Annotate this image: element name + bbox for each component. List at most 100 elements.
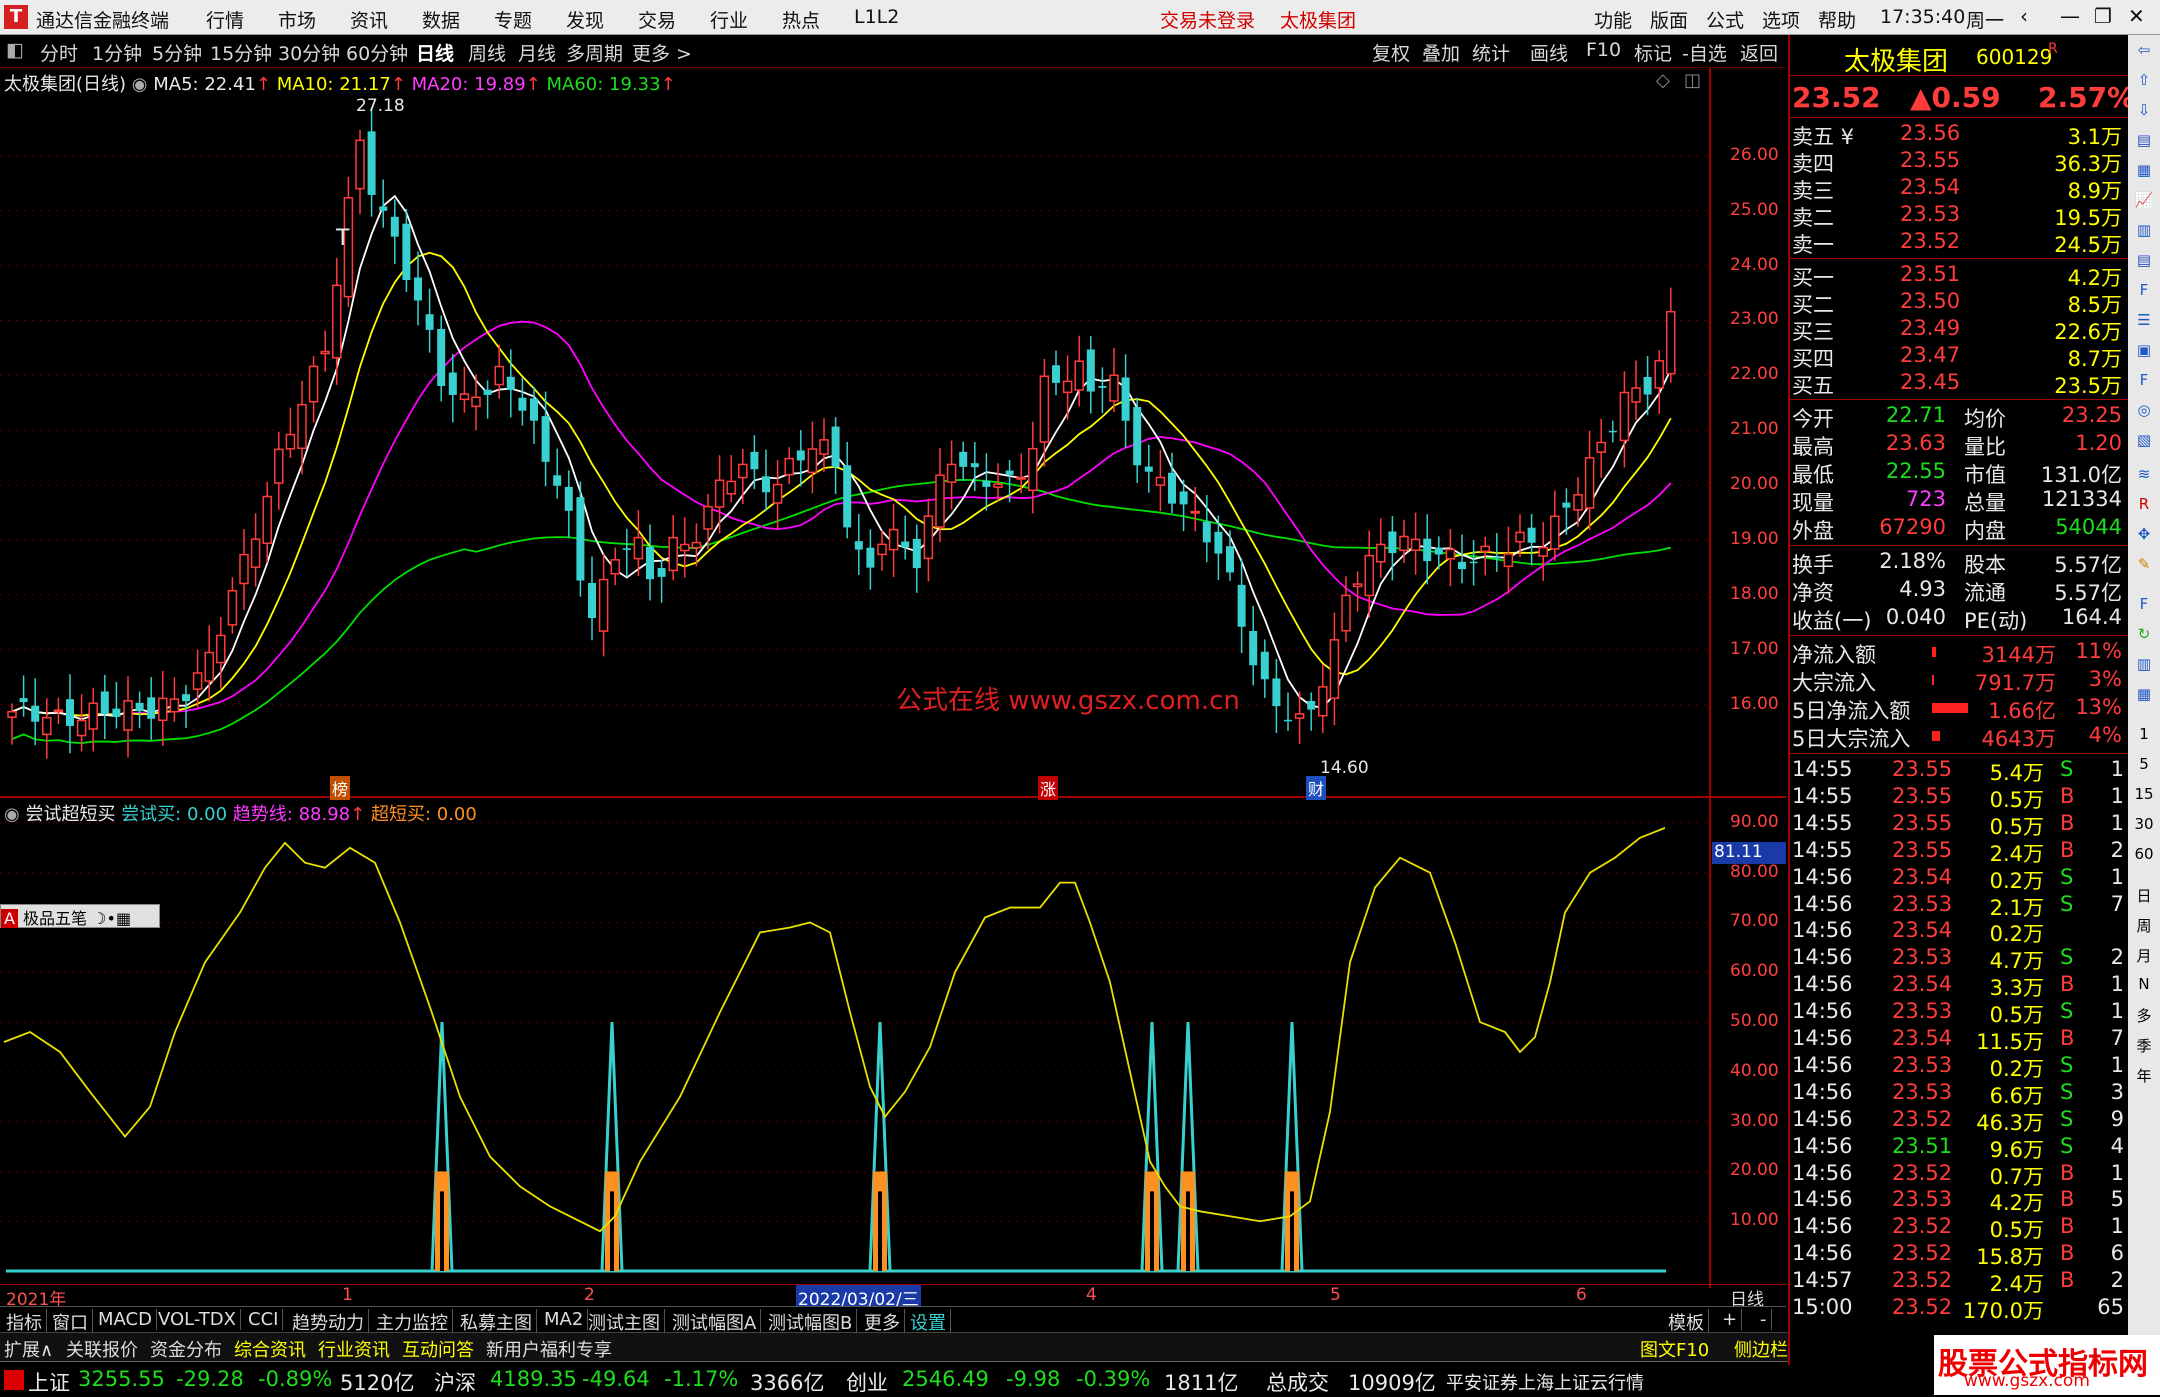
ime-toolbar[interactable]: A 极品五笔 ☽•▦ — [0, 904, 160, 928]
restore-icon[interactable]: ❐ — [2094, 4, 2112, 28]
nav-1m[interactable]: 1 — [2134, 725, 2154, 745]
arrow-left-icon[interactable]: ⇦ — [2134, 41, 2154, 61]
menu-l1l2[interactable]: L1L2 — [854, 6, 899, 28]
tab-new-user-benefit[interactable]: 新用户福利专享 — [486, 1336, 612, 1362]
tab-period-1min[interactable]: 1分钟 — [92, 39, 142, 66]
menu-zixun[interactable]: 资讯 — [350, 6, 388, 33]
tab-vol-tdx[interactable]: VOL-TDX — [154, 1309, 241, 1330]
tab-general-news[interactable]: 综合资讯 — [234, 1336, 306, 1362]
macd-icon[interactable]: ≋ — [2134, 465, 2154, 485]
nav-year[interactable]: 年 — [2134, 1065, 2154, 1085]
table-icon[interactable]: ▦ — [2134, 161, 2154, 181]
line-chart-icon[interactable]: 📈 — [2134, 191, 2154, 211]
diamond-icon[interactable]: ◇ — [1656, 70, 1670, 91]
menu-hangqing[interactable]: 行情 — [206, 6, 244, 33]
nav-month[interactable]: 月 — [2134, 945, 2154, 965]
layout-icon[interactable]: ◫ — [1684, 70, 1701, 91]
tab-ma2[interactable]: MA2 — [540, 1309, 589, 1330]
kline-icon[interactable]: ▥ — [2134, 221, 2154, 241]
return-button[interactable]: 返回 — [1740, 39, 1778, 66]
tab-period-15min[interactable]: 15分钟 — [210, 39, 272, 66]
menu-zhuanti[interactable]: 专题 — [494, 6, 532, 33]
tab-fund-distribution[interactable]: 资金分布 — [150, 1336, 222, 1362]
tab-qa[interactable]: 互动问答 — [402, 1336, 474, 1362]
nav-30m[interactable]: 30 — [2134, 815, 2154, 835]
draw-button[interactable]: 画线 — [1530, 39, 1568, 66]
menu-gongneng[interactable]: 功能 — [1594, 6, 1632, 33]
kline-chart[interactable] — [0, 68, 1786, 798]
tab-expand[interactable]: 扩展∧ — [4, 1336, 53, 1362]
tab-period-weekly[interactable]: 周线 — [468, 39, 506, 66]
menu-banmian[interactable]: 版面 — [1650, 6, 1688, 33]
report-icon[interactable]: ▧ — [2134, 431, 2154, 451]
target-icon[interactable]: ◎ — [2134, 401, 2154, 421]
pencil-icon[interactable]: ✎ — [2134, 555, 2154, 575]
nav-n[interactable]: N — [2134, 975, 2154, 995]
doc-icon[interactable]: ▣ — [2134, 341, 2154, 361]
menu-xuanxiang[interactable]: 选项 — [1762, 6, 1800, 33]
tab-period-monthly[interactable]: 月线 — [518, 39, 556, 66]
arrow-down-icon[interactable]: ⇩ — [2134, 101, 2154, 121]
ime-moon-icon[interactable]: ☽•▦ — [92, 909, 131, 928]
tab-related-quotes[interactable]: 关联报价 — [66, 1336, 138, 1362]
stats-button[interactable]: 统计 — [1472, 39, 1510, 66]
menu-jiaoyi[interactable]: 交易 — [638, 6, 676, 33]
panel-toggle-icon[interactable]: ◧ — [6, 39, 24, 61]
nav-multi[interactable]: 多 — [2134, 1005, 2154, 1025]
f2-icon[interactable]: F — [2134, 371, 2154, 391]
menu-redian[interactable]: 热点 — [782, 6, 820, 33]
tab-period-daily[interactable]: 日线 — [416, 39, 454, 66]
cy-index-label[interactable]: 创业 — [846, 1367, 888, 1397]
minimize-icon[interactable]: — — [2060, 4, 2080, 28]
close-icon[interactable]: ✕ — [2128, 4, 2145, 28]
hs-index-label[interactable]: 沪深 — [434, 1367, 476, 1397]
marker-zhang[interactable]: 涨 — [1038, 776, 1059, 800]
indicator-pane[interactable]: ◉ 尝试超短买 尝试买: 0.00 趋势线: 88.98↑ 超短买: 0.00 … — [0, 798, 1786, 1288]
quote-icon[interactable]: ▤ — [2134, 131, 2154, 151]
indicator-settings-icon[interactable]: ◉ — [4, 804, 20, 825]
tab-macd[interactable]: MACD — [94, 1309, 157, 1330]
arrow-up-icon[interactable]: ⇧ — [2134, 71, 2154, 91]
f10-icon[interactable]: F — [2134, 281, 2154, 301]
sh-index-label[interactable]: 上证 — [28, 1367, 70, 1397]
menu-shichang[interactable]: 市场 — [278, 6, 316, 33]
tab-period-more[interactable]: 更多 > — [632, 39, 692, 66]
tab-period-60min[interactable]: 60分钟 — [346, 39, 408, 66]
nav-day[interactable]: 日 — [2134, 885, 2154, 905]
back-icon[interactable]: ‹ — [2020, 4, 2028, 28]
tab-period-multi[interactable]: 多周期 — [566, 39, 623, 66]
login-status[interactable]: 交易未登录 — [1160, 6, 1255, 33]
marker-bang[interactable]: 榜 — [330, 776, 351, 800]
tab-cci[interactable]: CCI — [244, 1309, 284, 1330]
nav-quarter[interactable]: 季 — [2134, 1035, 2154, 1055]
nav-week[interactable]: 周 — [2134, 915, 2154, 935]
tab-industry-news[interactable]: 行业资讯 — [318, 1336, 390, 1362]
tab-period-30min[interactable]: 30分钟 — [278, 39, 340, 66]
move-icon[interactable]: ✥ — [2134, 525, 2154, 545]
tab-period-fenshi[interactable]: 分时 — [40, 39, 78, 66]
news-icon[interactable]: ▤ — [2134, 251, 2154, 271]
mark-button[interactable]: 标记 — [1634, 39, 1672, 66]
indicator-chart[interactable] — [0, 798, 1786, 1288]
menu-hangye[interactable]: 行业 — [710, 6, 748, 33]
f10-button[interactable]: F10 — [1586, 39, 1621, 61]
menu-bangzhu[interactable]: 帮助 — [1818, 6, 1856, 33]
tab-period-5min[interactable]: 5分钟 — [152, 39, 202, 66]
nav-15m[interactable]: 15 — [2134, 785, 2154, 805]
f5-icon[interactable]: F — [2134, 595, 2154, 615]
kline-chart-pane[interactable]: 太极集团(日线) ◉ MA5: 22.41↑ MA10: 21.17↑ MA20… — [0, 68, 1786, 800]
nav-60m[interactable]: 60 — [2134, 845, 2154, 865]
tab-add-button[interactable]: + — [1718, 1309, 1743, 1330]
tab-f10-graphic[interactable]: 图文F10 — [1640, 1336, 1709, 1362]
watchlist-button[interactable]: -自选 — [1682, 39, 1727, 66]
menu-gongshi[interactable]: 公式 — [1706, 6, 1744, 33]
fuquan-button[interactable]: 复权 — [1372, 39, 1410, 66]
rsi-icon[interactable]: R — [2134, 495, 2154, 515]
tab-remove-button[interactable]: - — [1756, 1309, 1772, 1330]
chart-small-icon[interactable]: ▥ — [2134, 655, 2154, 675]
server-name[interactable]: 平安证券上海上证云行情 — [1446, 1369, 1644, 1395]
menu-faxian[interactable]: 发现 — [566, 6, 604, 33]
menu-shuju[interactable]: 数据 — [422, 6, 460, 33]
grid-icon[interactable]: ▦ — [2134, 685, 2154, 705]
ime-icon[interactable]: A — [1, 909, 18, 928]
